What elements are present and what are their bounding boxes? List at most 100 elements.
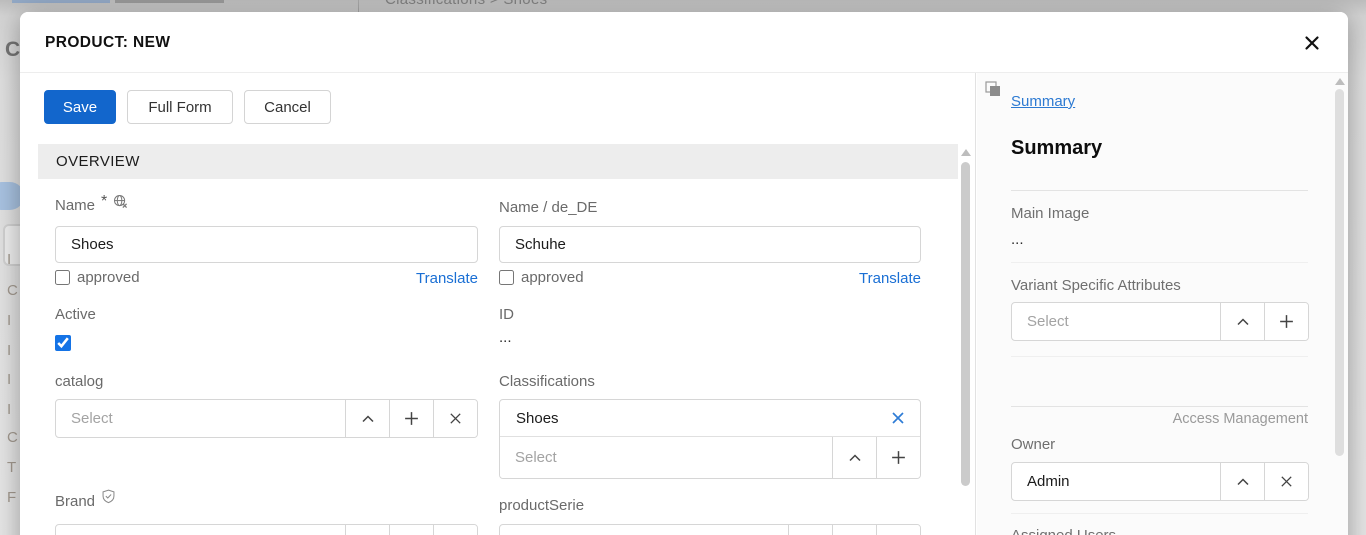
name-translate-wrap: Translate — [55, 270, 478, 288]
product-serie-open-button[interactable] — [788, 525, 832, 535]
full-form-button[interactable]: Full Form — [127, 90, 233, 124]
background-page-left: C I C I I I I C T F — [0, 12, 20, 535]
classification-item-value: Shoes — [516, 409, 559, 427]
form-scrollbar-thumb[interactable] — [961, 162, 970, 486]
form-scrollbar — [960, 144, 972, 535]
id-field-label: ID — [499, 306, 514, 323]
variant-attributes-add-button[interactable] — [1264, 303, 1308, 340]
background-list-item: I — [7, 342, 12, 359]
brand-field-label-row: Brand — [55, 489, 116, 510]
form-pane: Save Full Form Cancel OVERVIEW Name * Sh… — [20, 73, 976, 535]
modal-body: Save Full Form Cancel OVERVIEW Name * Sh… — [20, 73, 1348, 535]
product-serie-field-label: productSerie — [499, 497, 585, 514]
chevron-up-icon — [1235, 474, 1251, 490]
catalog-field-label: catalog — [55, 373, 104, 390]
classifications-group: Shoes — [499, 399, 921, 479]
active-checkbox[interactable] — [55, 335, 71, 351]
plus-icon — [1278, 313, 1295, 330]
classifications-select-input[interactable] — [500, 437, 832, 478]
brand-open-button[interactable] — [345, 525, 389, 535]
background-input-fragment — [3, 224, 20, 266]
variant-attributes-select-input[interactable] — [1012, 303, 1220, 340]
name-de-field-label: Name / de_DE — [499, 199, 598, 216]
background-divider — [358, 0, 359, 12]
background-list-item: T — [7, 459, 17, 476]
background-page-top: Classifications > Shoes — [0, 0, 1366, 12]
classification-remove-button[interactable] — [889, 409, 907, 427]
close-button[interactable] — [1302, 33, 1322, 53]
classification-item-row: Shoes — [500, 400, 920, 437]
background-list-item: F — [7, 489, 17, 506]
globe-untranslated-icon — [113, 194, 128, 209]
access-management-section-label: Access Management — [1172, 411, 1308, 427]
sidebar-nav-summary-link[interactable]: Summary — [1011, 93, 1075, 110]
background-tab-underline — [12, 0, 110, 3]
scroll-up-arrow[interactable] — [961, 149, 971, 156]
chevron-up-icon — [360, 411, 376, 427]
classifications-add-button[interactable] — [876, 437, 920, 478]
x-icon — [1279, 474, 1294, 489]
modal-header: PRODUCT: NEW — [20, 12, 1348, 73]
classifications-open-button[interactable] — [832, 437, 876, 478]
id-value: ... — [499, 329, 512, 346]
variant-attributes-picker — [1011, 302, 1309, 341]
name-de-translate-wrap: Translate — [499, 270, 921, 288]
product-new-modal: PRODUCT: NEW Save Full Form Cancel OVERV… — [20, 12, 1348, 535]
owner-clear-button[interactable] — [1264, 463, 1308, 500]
plus-icon — [403, 410, 420, 427]
page: Classifications > Shoes C I C I I I I C … — [0, 0, 1366, 535]
name-translate-link[interactable]: Translate — [416, 270, 478, 287]
catalog-select-input[interactable] — [56, 400, 345, 437]
product-serie-select-input[interactable] — [500, 525, 788, 535]
scroll-up-arrow[interactable] — [1335, 78, 1345, 85]
summary-heading: Summary — [1011, 137, 1103, 159]
background-list-item: I — [7, 371, 12, 388]
x-icon — [890, 410, 906, 426]
name-de-translate-link[interactable]: Translate — [859, 270, 921, 287]
sidebar-scrollbar-thumb[interactable] — [1335, 89, 1344, 456]
brand-select-input[interactable] — [56, 525, 345, 535]
stack-icon — [985, 81, 1002, 98]
background-list-item: C — [7, 282, 18, 299]
required-marker: * — [101, 193, 108, 210]
x-icon — [448, 411, 463, 426]
owner-open-button[interactable] — [1220, 463, 1264, 500]
name-field-label-row: Name * — [55, 193, 128, 215]
background-list-item: C — [7, 429, 18, 446]
close-icon — [1304, 35, 1320, 51]
save-button[interactable]: Save — [44, 90, 116, 124]
background-button-fragment — [0, 182, 20, 210]
owner-picker — [1011, 462, 1309, 501]
modal-title: PRODUCT: NEW — [45, 34, 171, 51]
background-list-item: I — [7, 312, 12, 329]
main-image-label: Main Image — [1011, 205, 1090, 222]
owner-select-input[interactable] — [1012, 463, 1220, 500]
background-list-item: I — [7, 251, 12, 268]
product-serie-add-button[interactable] — [832, 525, 876, 535]
product-serie-picker — [499, 524, 921, 535]
divider — [1011, 190, 1308, 191]
active-field-label: Active — [55, 306, 96, 323]
brand-add-button[interactable] — [389, 525, 433, 535]
chevron-up-icon — [1235, 314, 1251, 330]
breadcrumb: Classifications > Shoes — [385, 0, 547, 8]
name-de-input[interactable] — [499, 226, 921, 263]
name-field-label: Name — [55, 197, 96, 214]
cancel-button[interactable]: Cancel — [244, 90, 331, 124]
catalog-clear-button[interactable] — [433, 400, 477, 437]
catalog-open-button[interactable] — [345, 400, 389, 437]
divider — [1011, 356, 1308, 357]
name-input[interactable] — [55, 226, 478, 263]
background-heading: C — [5, 38, 20, 61]
brand-clear-button[interactable] — [433, 525, 477, 535]
catalog-add-button[interactable] — [389, 400, 433, 437]
background-list-item: I — [7, 401, 12, 418]
product-serie-clear-button[interactable] — [876, 525, 920, 535]
plus-icon — [890, 449, 907, 466]
divider — [1011, 513, 1308, 514]
chevron-up-icon — [847, 450, 863, 466]
background-tab-underline — [115, 0, 224, 3]
summary-sidebar: Summary Summary Main Image ... Variant S… — [977, 73, 1348, 535]
variant-attributes-open-button[interactable] — [1220, 303, 1264, 340]
classifications-field-label: Classifications — [499, 373, 595, 390]
